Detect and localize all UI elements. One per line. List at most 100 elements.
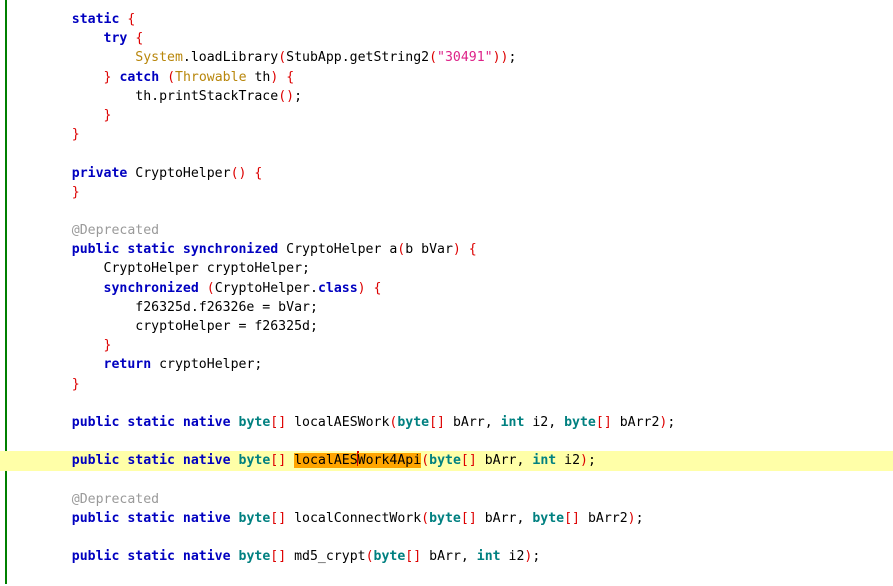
code-token: th.printStackTrace [40,88,279,104]
code-token: int [500,414,525,430]
code-line[interactable]: public static native byte[] localAESWork… [0,413,893,432]
code-editor[interactable]: static { try { System.loadLibrary(StubAp… [0,0,893,584]
code-token: @Deprecated [71,223,160,239]
code-line[interactable]: } [0,125,893,144]
code-token: public static native [71,549,231,565]
code-line[interactable] [0,202,893,221]
code-line[interactable] [0,566,893,585]
code-token: try [103,31,128,47]
code-line[interactable]: cryptoHelper = f26325d; [0,317,893,336]
code-token: byte [238,549,271,565]
code-token: bArr, [476,510,533,526]
code-token: } [103,107,112,123]
code-token: [] [270,453,287,469]
code-token: return [103,357,152,373]
code-token: ; [635,510,644,526]
code-token: ( [421,453,430,469]
code-line[interactable]: public static synchronized CryptoHelper … [0,240,893,259]
code-line[interactable]: public static native byte[] md5_crypt(by… [0,547,893,566]
code-token: f26325d.f26326e = bVar; [40,299,318,315]
code-token: private [71,165,128,181]
code-line[interactable]: th.printStackTrace(); [0,87,893,106]
code-line[interactable]: public static native byte[] localConnect… [0,509,893,528]
code-token: { [468,242,477,258]
code-token: [] [564,510,580,526]
code-token: "30491" [437,50,493,66]
code-token: ; [667,414,676,430]
code-line[interactable] [0,528,893,547]
code-token: () [230,165,247,181]
code-line[interactable] [0,144,893,163]
code-line[interactable]: @Deprecated [0,221,893,240]
code-token: CryptoHelper [127,165,231,181]
code-line[interactable] [0,394,893,413]
code-line[interactable]: } [0,375,893,394]
code-token: [] [270,549,287,565]
code-token: () [278,88,295,104]
code-token: byte [429,453,461,469]
code-token: ) [580,453,588,469]
code-token: ; [508,50,517,66]
code-line[interactable]: private CryptoHelper() { [0,164,893,183]
code-token: i2 [500,549,525,565]
code-line[interactable]: @Deprecated [0,490,893,509]
code-line[interactable]: } [0,336,893,355]
code-line[interactable]: return cryptoHelper; [0,355,893,374]
code-token: { [286,69,295,85]
code-token: System [135,50,183,66]
code-token: ) [452,242,461,258]
code-line[interactable] [0,432,893,451]
code-token: CryptoHelper cryptoHelper; [40,261,310,277]
code-token: [] [429,414,445,430]
code-line[interactable]: } catch (Throwable th) { [0,68,893,87]
code-token: byte [397,414,430,430]
code-token: localConnectWork [286,510,422,526]
code-token: StubApp.getString2 [286,50,430,66]
code-line[interactable]: CryptoHelper cryptoHelper; [0,259,893,278]
code-line[interactable]: f26325d.f26326e = bVar; [0,298,893,317]
code-token: ; [532,549,541,565]
selected-identifier: localAES [294,453,358,469]
code-token: byte [429,510,461,526]
selected-identifier: Work4Api [357,453,422,469]
code-line[interactable]: System.loadLibrary(StubApp.getString2("3… [0,48,893,67]
code-area[interactable]: static { try { System.loadLibrary(StubAp… [0,0,893,586]
code-line[interactable]: try { [0,29,893,48]
code-token: ( [278,50,287,66]
code-line[interactable]: } [0,106,893,125]
code-token: .loadLibrary [182,50,279,66]
code-line[interactable]: static { [0,10,893,29]
code-token: bArr, [476,453,533,469]
code-line-current[interactable]: public static native byte [] localAESWork… [0,451,893,471]
code-token: int [476,549,501,565]
code-token: ; [587,453,596,469]
code-token: [] [460,510,477,526]
code-token: CryptoHelper a [278,242,398,258]
code-token: class [317,280,358,296]
code-token: public static native [71,510,231,526]
code-token: bArr2 [580,510,628,526]
code-token: synchronized [103,280,199,296]
code-token: } [71,127,80,143]
code-token: public static native [71,453,231,469]
code-token: bArr, [421,549,477,565]
code-token: public static synchronized [71,242,279,258]
code-line[interactable] [0,471,893,490]
code-token: { [135,31,144,47]
code-line[interactable]: synchronized (CryptoHelper.class) { [0,279,893,298]
code-token: b bVar [405,242,453,258]
code-token: th [246,69,271,85]
code-token: i2, [524,414,565,430]
code-line[interactable]: } [0,183,893,202]
